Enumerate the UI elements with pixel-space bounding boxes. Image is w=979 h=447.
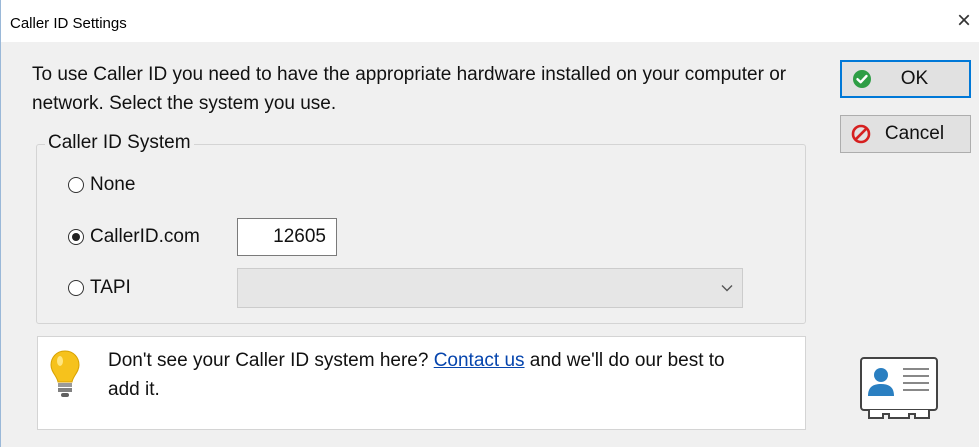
close-button[interactable]: ×: [949, 6, 979, 36]
title-bar: Caller ID Settings ×: [1, 0, 979, 42]
red-no-entry-icon: [851, 124, 871, 144]
caller-id-system-legend: Caller ID System: [45, 132, 194, 154]
radio-tapi-button[interactable]: [68, 280, 84, 296]
tapi-device-select[interactable]: [237, 268, 743, 308]
radio-none[interactable]: None: [68, 174, 135, 196]
info-text: Don't see your Caller ID system here? Co…: [108, 346, 748, 404]
radio-none-label: None: [90, 174, 136, 195]
cancel-button-label: Cancel: [884, 123, 945, 144]
ok-button[interactable]: OK: [840, 60, 971, 98]
radio-callerid-com-button[interactable]: [68, 229, 84, 245]
callerid-code-input[interactable]: [237, 218, 337, 256]
cancel-button[interactable]: Cancel: [840, 115, 971, 153]
radio-tapi-label: TAPI: [90, 277, 131, 298]
window-title: Caller ID Settings: [10, 15, 127, 32]
chevron-down-icon: [721, 285, 733, 292]
dialog-window: Caller ID Settings × To use Caller ID yo…: [0, 0, 979, 447]
radio-callerid-com-label: CallerID.com: [90, 226, 200, 247]
radio-none-button[interactable]: [68, 177, 84, 193]
green-check-circle-icon: [853, 70, 871, 88]
lightbulb-icon: [50, 350, 80, 397]
contact-us-link[interactable]: Contact us: [434, 350, 525, 371]
radio-tapi[interactable]: TAPI: [68, 277, 131, 299]
ok-button-label: OK: [900, 68, 929, 89]
info-text-before: Don't see your Caller ID system here?: [108, 350, 434, 371]
intro-text: To use Caller ID you need to have the ap…: [32, 64, 787, 114]
contact-card-icon: [860, 357, 938, 419]
radio-callerid-com[interactable]: CallerID.com: [68, 226, 200, 248]
